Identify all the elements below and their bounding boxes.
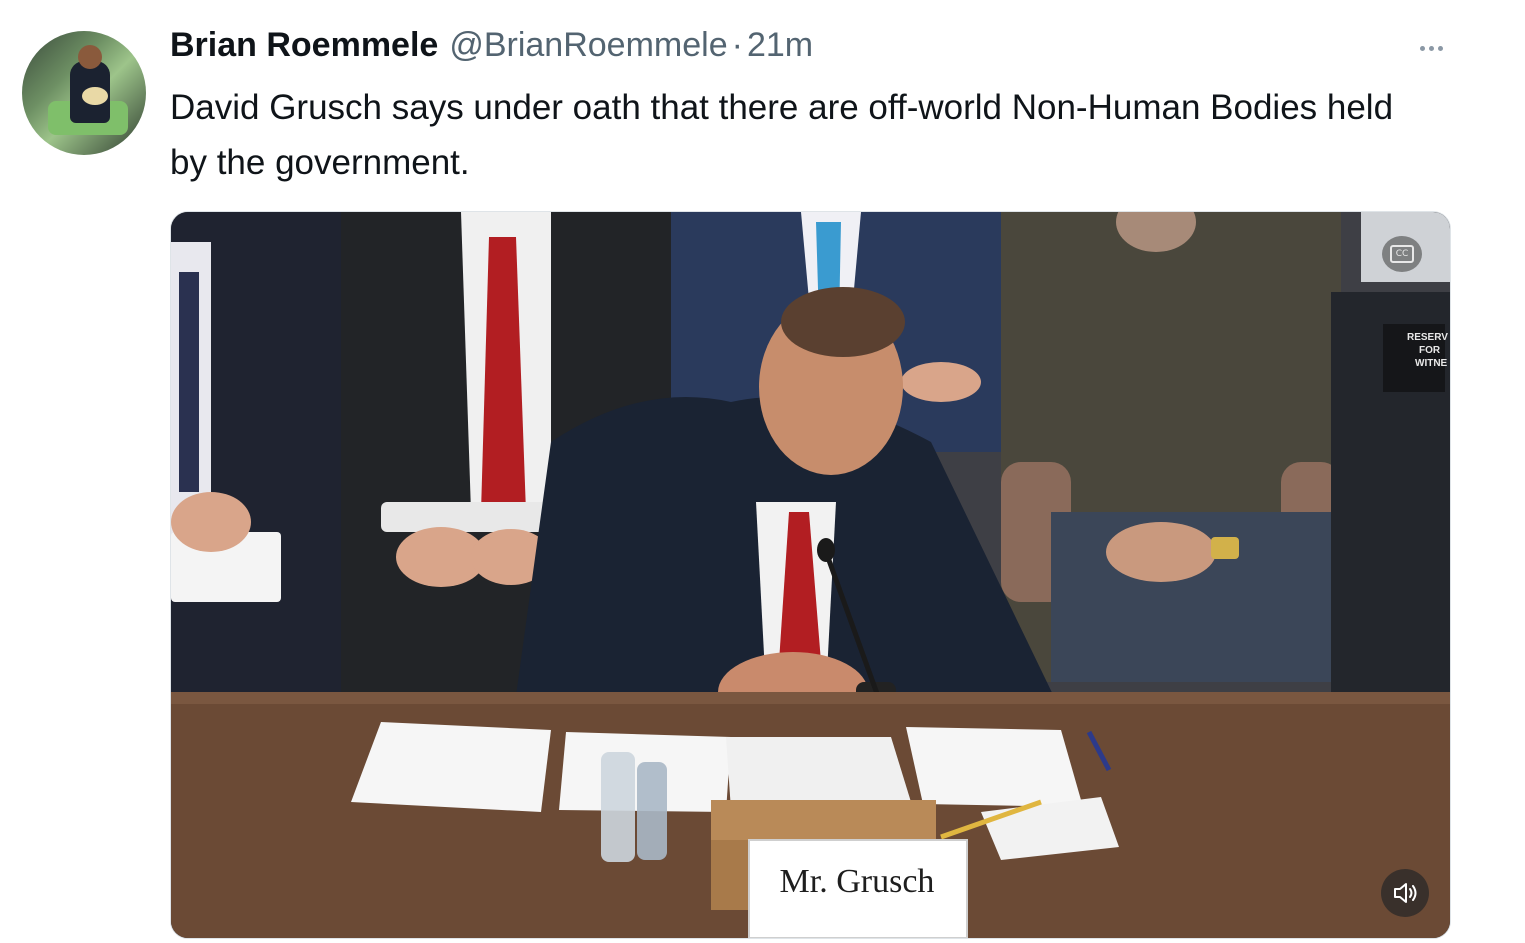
closed-captions-icon: CC [1390,245,1414,263]
video-frame: Mr. Grusch RESERV FOR WITNE [171,212,1450,938]
reserved-sign-line-1: RESERV [1407,332,1448,343]
reserved-sign-line-2: FOR [1419,345,1441,356]
video-player[interactable]: Mr. Grusch RESERV FOR WITNE [170,211,1451,939]
ellipsis-icon-dot [1437,45,1443,51]
avatar-guitar-shape [82,87,108,105]
header-separator: · [731,26,743,64]
closed-captions-button[interactable]: CC [1382,236,1422,272]
reserved-sign-line-3: WITNE [1415,358,1448,369]
tweet-header: Brian Roemmele @BrianRoemmele · 21m [170,26,813,70]
author-avatar[interactable] [22,31,146,155]
ellipsis-icon-dot [1428,45,1434,51]
avatar-head-shape [78,45,102,69]
tweet-timestamp[interactable]: 21m [747,26,813,65]
tweet-text: David Grusch says under oath that there … [170,88,1394,182]
more-options-button[interactable] [1410,36,1452,60]
ellipsis-icon [1419,45,1425,51]
author-display-name[interactable]: Brian Roemmele [170,26,438,65]
author-handle[interactable]: @BrianRoemmele [449,26,727,65]
volume-button[interactable] [1381,869,1429,917]
speaker-icon [1394,883,1417,903]
tweet-card: Brian Roemmele @BrianRoemmele · 21m Davi… [0,0,1525,943]
nameplate-text: Mr. Grusch [780,863,935,900]
